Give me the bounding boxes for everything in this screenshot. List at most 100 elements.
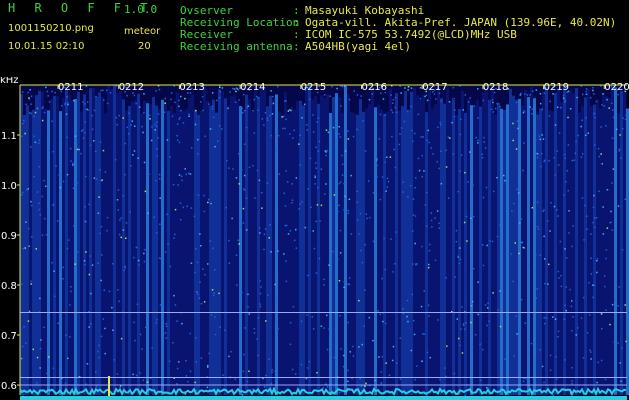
noise-speckle <box>113 359 116 361</box>
noise-speckle <box>246 380 249 383</box>
noise-speckle <box>21 194 23 196</box>
noise-speckle <box>91 128 94 131</box>
noise-speckle <box>193 215 196 218</box>
noise-speckle <box>584 204 586 207</box>
noise-streak <box>452 97 455 395</box>
noise-speckle <box>33 175 35 178</box>
noise-speckle <box>366 217 368 220</box>
noise-speckle <box>315 167 317 169</box>
noise-speckle <box>492 292 494 294</box>
noise-speckle <box>343 209 345 211</box>
noise-speckle <box>329 95 331 97</box>
noise-speckle <box>123 269 125 272</box>
noise-speckle <box>28 227 30 230</box>
noise-speckle <box>41 234 44 237</box>
noise-speckle <box>438 222 440 225</box>
noise-speckle <box>565 286 567 288</box>
noise-speckle <box>259 305 262 308</box>
noise-streak <box>311 99 314 396</box>
noise-streak <box>617 113 620 395</box>
noise-speckle <box>569 108 572 110</box>
noise-speckle <box>499 242 501 244</box>
noise-speckle <box>62 180 65 183</box>
noise-speckle <box>156 125 158 128</box>
noise-speckle <box>585 117 587 119</box>
noise-streak <box>197 114 200 396</box>
noise-speckle <box>335 147 338 149</box>
noise-speckle <box>257 97 260 99</box>
noise-streak <box>119 91 122 395</box>
noise-speckle <box>539 138 541 141</box>
noise-speckle <box>523 110 525 112</box>
noise-speckle <box>266 182 269 184</box>
noise-speckle <box>477 139 479 142</box>
noise-speckle <box>234 378 236 380</box>
noise-speckle <box>300 363 303 366</box>
noise-speckle <box>536 201 539 204</box>
noise-speckle <box>575 140 577 143</box>
noise-speckle <box>535 89 538 91</box>
noise-streak <box>152 96 155 396</box>
noise-speckle <box>396 362 398 364</box>
noise-speckle <box>176 383 178 385</box>
noise-speckle <box>212 105 214 108</box>
noise-streak <box>359 99 362 395</box>
noise-streak <box>230 96 233 396</box>
noise-speckle <box>229 91 231 93</box>
noise-speckle <box>48 304 50 306</box>
noise-speckle <box>216 99 218 102</box>
noise-streak <box>266 106 269 395</box>
noise-speckle <box>384 322 387 325</box>
noise-speckle <box>481 153 483 155</box>
noise-streak <box>278 111 281 395</box>
noise-speckle <box>590 233 592 235</box>
noise-speckle <box>177 184 179 186</box>
noise-speckle <box>414 378 416 381</box>
noise-speckle <box>531 108 533 110</box>
noise-speckle <box>139 333 142 336</box>
noise-streak <box>458 108 461 395</box>
noise-speckle <box>406 315 408 318</box>
noise-speckle <box>85 251 87 253</box>
noise-streak <box>170 105 173 395</box>
noise-speckle <box>459 133 462 136</box>
noise-speckle <box>316 121 318 123</box>
noise-speckle <box>512 280 514 283</box>
noise-speckle <box>550 202 552 204</box>
noise-speckle <box>553 157 555 159</box>
noise-speckle <box>115 116 118 119</box>
noise-speckle <box>504 179 506 182</box>
noise-speckle <box>343 182 345 185</box>
noise-speckle <box>195 361 197 363</box>
noise-streak <box>110 88 113 395</box>
noise-speckle <box>45 185 47 187</box>
noise-speckle <box>221 87 224 89</box>
noise-speckle <box>241 169 243 171</box>
noise-speckle <box>227 107 229 110</box>
noise-speckle <box>138 264 140 266</box>
noise-speckle <box>437 126 439 129</box>
noise-speckle <box>341 154 343 157</box>
noise-speckle <box>243 174 246 177</box>
noise-speckle <box>571 300 573 302</box>
noise-speckle <box>120 236 122 239</box>
noise-streak <box>245 94 248 396</box>
noise-speckle <box>111 263 114 265</box>
noise-speckle <box>592 221 594 224</box>
noise-speckle <box>308 360 310 363</box>
noise-streak <box>128 105 131 396</box>
noise-speckle <box>423 333 426 335</box>
noise-speckle <box>392 271 394 273</box>
noise-speckle <box>211 108 214 110</box>
noise-speckle <box>315 220 317 223</box>
noise-speckle <box>347 321 349 324</box>
noise-speckle <box>325 129 328 131</box>
noise-speckle <box>60 139 62 141</box>
noise-speckle <box>66 173 69 176</box>
noise-speckle <box>242 93 245 96</box>
noise-speckle <box>539 254 541 256</box>
noise-streak <box>401 105 404 395</box>
noise-speckle <box>258 227 261 229</box>
noise-streak <box>101 97 104 395</box>
noise-streak <box>443 103 446 395</box>
